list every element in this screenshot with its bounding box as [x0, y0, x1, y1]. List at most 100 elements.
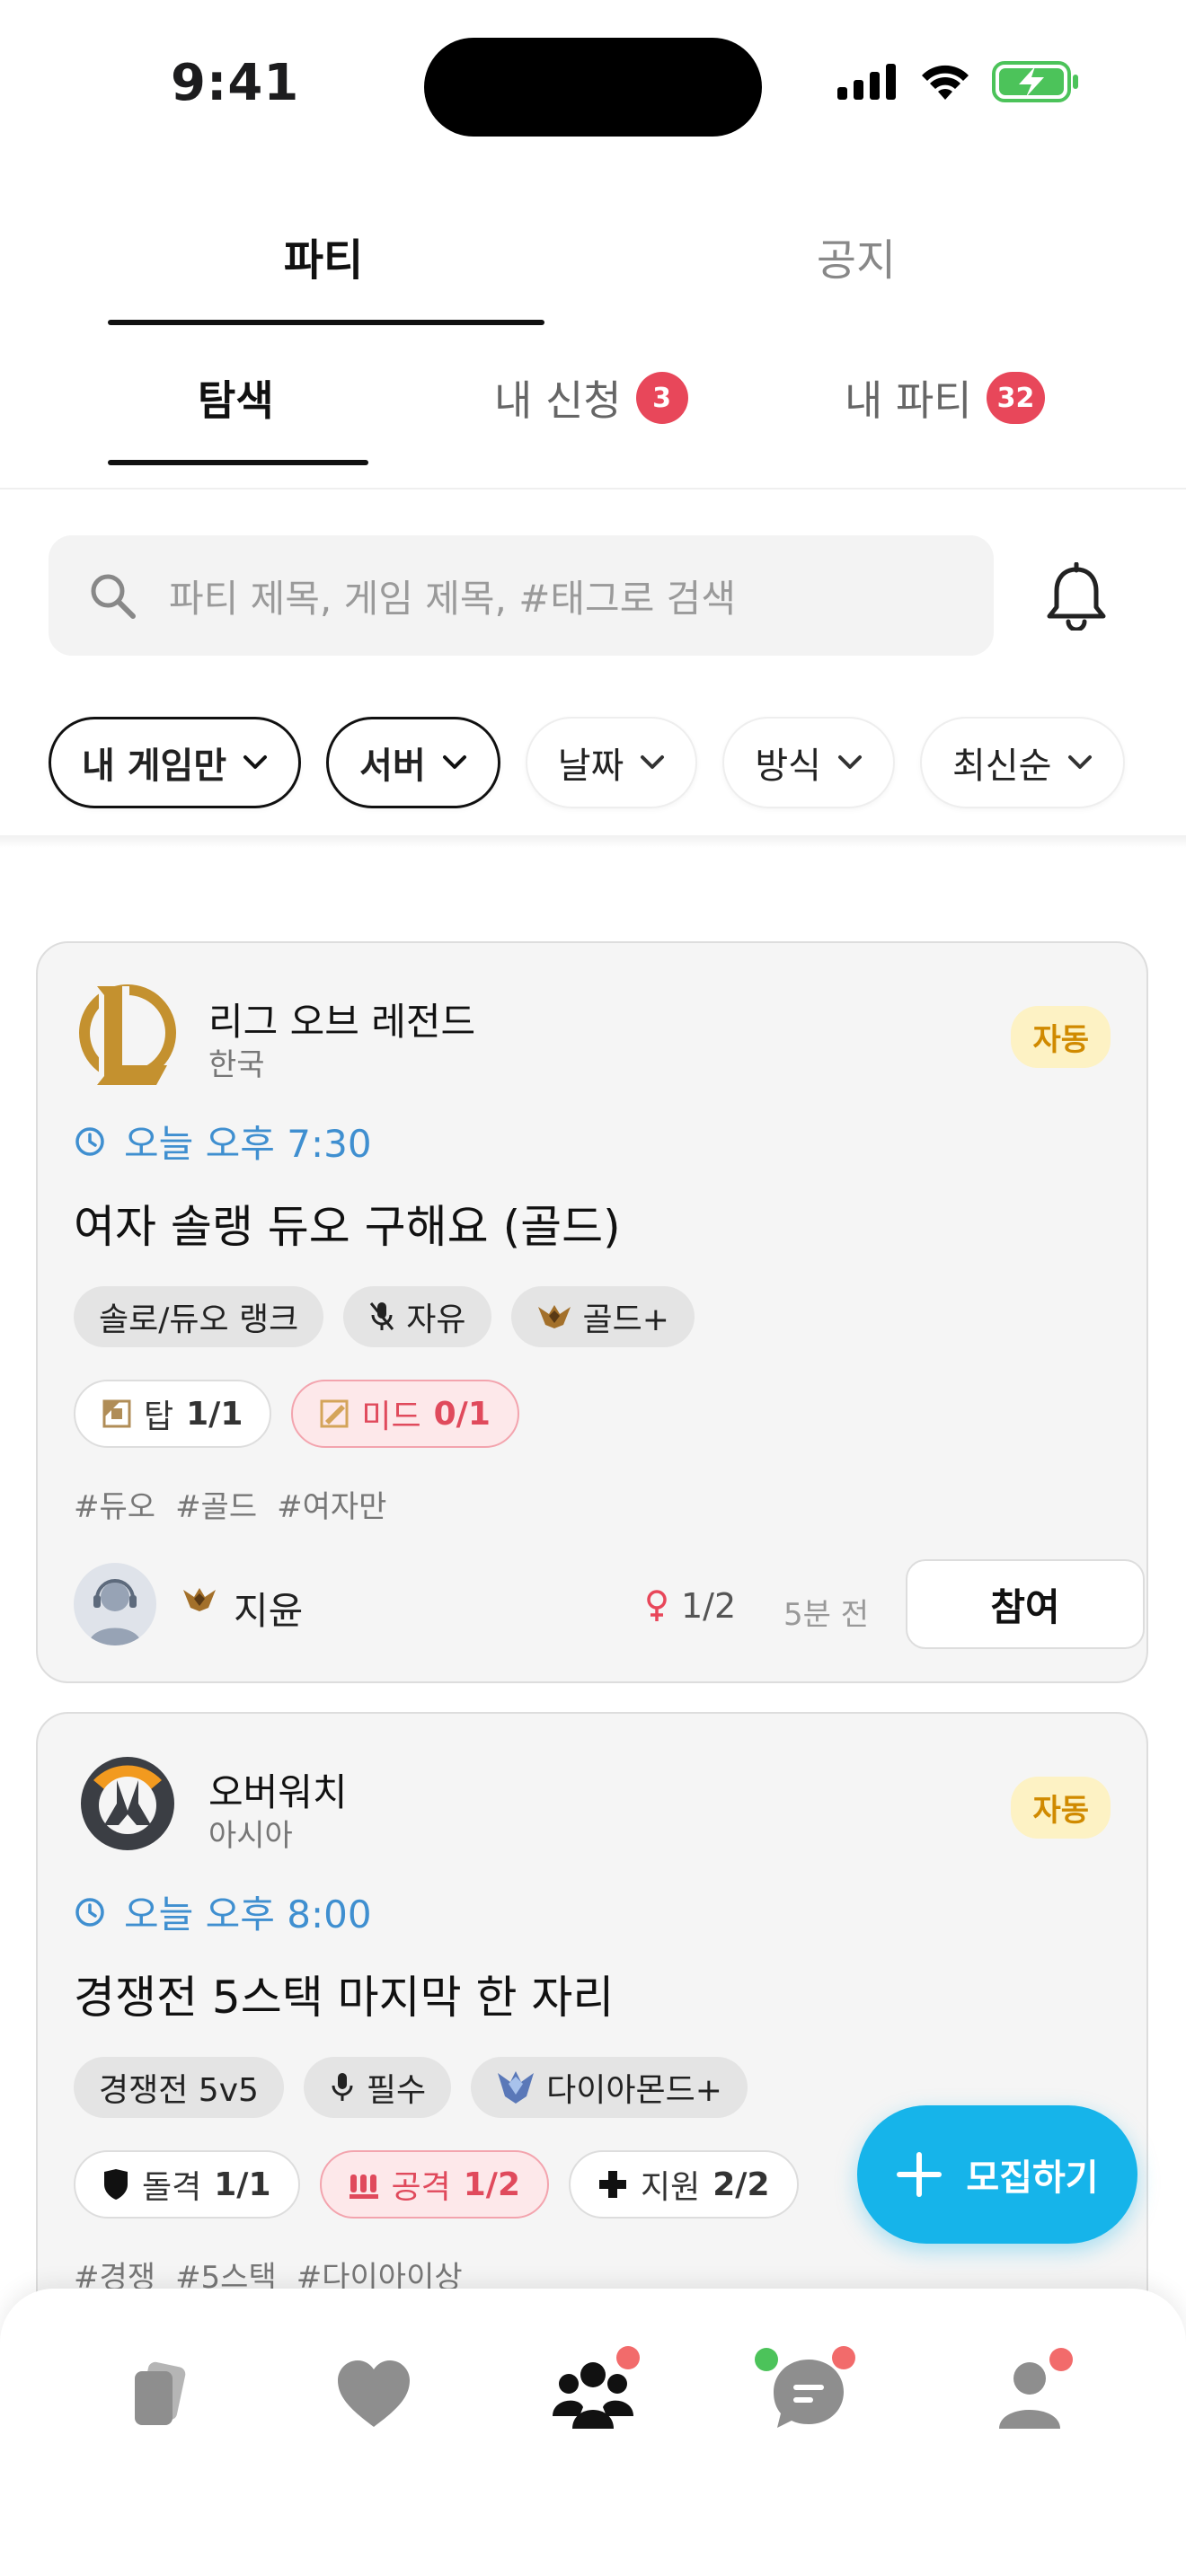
- time-label: 오늘 오후 8:00: [124, 1892, 372, 1936]
- mode-label: 경쟁전 5v5: [99, 2072, 259, 2109]
- cards-icon: [135, 2361, 186, 2425]
- member-count-label: 1/2: [681, 1586, 737, 1626]
- position-label: 탑: [144, 1398, 174, 1435]
- mode-tag: 솔로/듀오 랭크: [74, 1286, 324, 1347]
- bell-icon[interactable]: [1044, 562, 1109, 631]
- diamond-rank-icon: [498, 2071, 535, 2104]
- count-badge: 3: [635, 372, 688, 424]
- game-name: 오버워치: [208, 1770, 348, 1814]
- tab-my-party[interactable]: 내 파티 32: [845, 368, 1046, 428]
- tab-party[interactable]: 파티: [108, 225, 539, 287]
- schedule-time: 오늘 오후 7:30: [74, 1114, 372, 1169]
- rank-label: 다이아몬드+: [546, 2072, 722, 2109]
- position-count: 0/1: [433, 1395, 491, 1433]
- tab-explore-label: 탐색: [198, 376, 274, 425]
- nav-chat[interactable]: [755, 2341, 863, 2448]
- tab-notice[interactable]: 공지: [641, 225, 1072, 287]
- filter-label: 내 게임만: [82, 745, 227, 787]
- hashtag[interactable]: #듀오: [74, 1482, 155, 1526]
- position-tank[interactable]: 돌격 1/1: [74, 2150, 300, 2219]
- sub-tab-indicator: [108, 460, 368, 465]
- rank-tag: 골드+: [510, 1286, 695, 1347]
- party-icon: [553, 2362, 633, 2429]
- tab-my-party-label: 내 파티: [845, 376, 972, 425]
- status-bar: 9:41: [0, 0, 1186, 171]
- join-button[interactable]: 참여: [906, 1559, 1145, 1649]
- clock-icon: [75, 1897, 104, 1927]
- status-time: 9:41: [171, 54, 300, 112]
- position-top[interactable]: 탑 1/1: [74, 1380, 272, 1448]
- filter-method[interactable]: 방식: [722, 717, 895, 808]
- avatar[interactable]: [74, 1563, 156, 1645]
- overwatch-logo-icon: [81, 1757, 174, 1850]
- filter-sort[interactable]: 최신순: [919, 717, 1126, 808]
- position-label: 공격: [391, 2169, 451, 2206]
- filter-label: 방식: [755, 745, 821, 787]
- chat-icon: [774, 2360, 844, 2428]
- notification-dot: [1049, 2348, 1073, 2371]
- voice-tag: 필수: [303, 2057, 452, 2118]
- create-party-label: 모집하기: [966, 2157, 1099, 2199]
- sub-tab-bar: 탐색 내 신청 3 내 파티 32: [0, 332, 1186, 490]
- game-server: 아시아: [208, 1818, 293, 1854]
- info-tags: 경쟁전 5v5 필수 다이아몬드+: [74, 2057, 748, 2118]
- clock-icon: [75, 1126, 104, 1156]
- wifi-icon: [922, 65, 969, 100]
- position-label: 돌격: [142, 2169, 202, 2206]
- filter-date[interactable]: 날짜: [525, 717, 698, 808]
- party-title: 경쟁전 5스택 마지막 한 자리: [74, 1972, 615, 2024]
- host-name: 지윤: [234, 1589, 304, 1633]
- search-input[interactable]: 파티 제목, 게임 제목, #태그로 검색: [49, 535, 994, 656]
- top-tab-indicator: [108, 320, 544, 325]
- position-support[interactable]: 지원 2/2: [569, 2150, 799, 2219]
- position-mid[interactable]: 미드 0/1: [291, 1380, 519, 1448]
- party-card[interactable]: 리그 오브 레전드 한국 자동 오늘 오후 7:30 여자 솔랭 듀오 구해요 …: [36, 941, 1148, 1683]
- position-slots: 돌격 1/1 공격 1/2 지원 2/2: [74, 2150, 799, 2219]
- plus-cross-icon: [599, 2171, 626, 2198]
- plus-icon: [897, 2152, 943, 2197]
- mid-lane-icon: [320, 1399, 349, 1428]
- filter-server[interactable]: 서버: [326, 717, 500, 808]
- status-icons: [837, 61, 1080, 102]
- create-party-button[interactable]: 모집하기: [857, 2105, 1137, 2244]
- filter-my-games[interactable]: 내 게임만: [49, 717, 302, 808]
- mic-icon: [332, 2073, 353, 2101]
- position-label: 지원: [641, 2169, 701, 2206]
- female-icon: [647, 1590, 667, 1621]
- nav-party[interactable]: [539, 2341, 647, 2448]
- nav-cards[interactable]: [106, 2341, 214, 2448]
- battery-charging-icon: [992, 61, 1078, 102]
- tab-explore[interactable]: 탐색: [198, 368, 274, 428]
- dynamic-island: [424, 38, 762, 137]
- time-label: 오늘 오후 7:30: [124, 1122, 372, 1166]
- voice-tag: 자유: [343, 1286, 491, 1347]
- gold-rank-icon: [183, 1588, 216, 1611]
- position-count: 1/1: [214, 2166, 271, 2203]
- member-count: 1/2: [645, 1586, 736, 1626]
- rank-label: 골드+: [582, 1301, 669, 1338]
- tab-my-applications-label: 내 신청: [494, 376, 622, 425]
- chevron-down-icon: [243, 755, 268, 769]
- hashtag[interactable]: #골드: [175, 1482, 257, 1526]
- nav-favorites[interactable]: [320, 2341, 428, 2448]
- filter-label: 날짜: [557, 745, 624, 787]
- position-damage[interactable]: 공격 1/2: [319, 2150, 549, 2219]
- online-dot: [755, 2348, 778, 2371]
- rank-tag: 다이아몬드+: [471, 2057, 748, 2118]
- notification-dot: [616, 2346, 640, 2369]
- nav-profile[interactable]: [976, 2341, 1084, 2448]
- tab-my-applications[interactable]: 내 신청 3: [494, 368, 688, 428]
- auto-badge: 자동: [1011, 1006, 1111, 1068]
- notification-dot: [832, 2346, 855, 2369]
- hashtag-list: #듀오 #골드 #여자만: [74, 1482, 386, 1526]
- chevron-down-icon: [641, 755, 665, 769]
- mode-label: 솔로/듀오 랭크: [99, 1301, 299, 1338]
- user-headset-icon: [88, 1579, 142, 1645]
- schedule-time: 오늘 오후 8:00: [74, 1884, 372, 1939]
- auto-badge: 자동: [1011, 1777, 1111, 1839]
- heart-icon: [338, 2360, 410, 2427]
- party-card[interactable]: 오버워치 아시아 자동 오늘 오후 8:00 경쟁전 5스택 마지막 한 자리 …: [36, 1712, 1148, 2341]
- hashtag[interactable]: #여자만: [277, 1482, 386, 1526]
- search-icon: [91, 574, 136, 619]
- position-count: 1/2: [463, 2166, 520, 2203]
